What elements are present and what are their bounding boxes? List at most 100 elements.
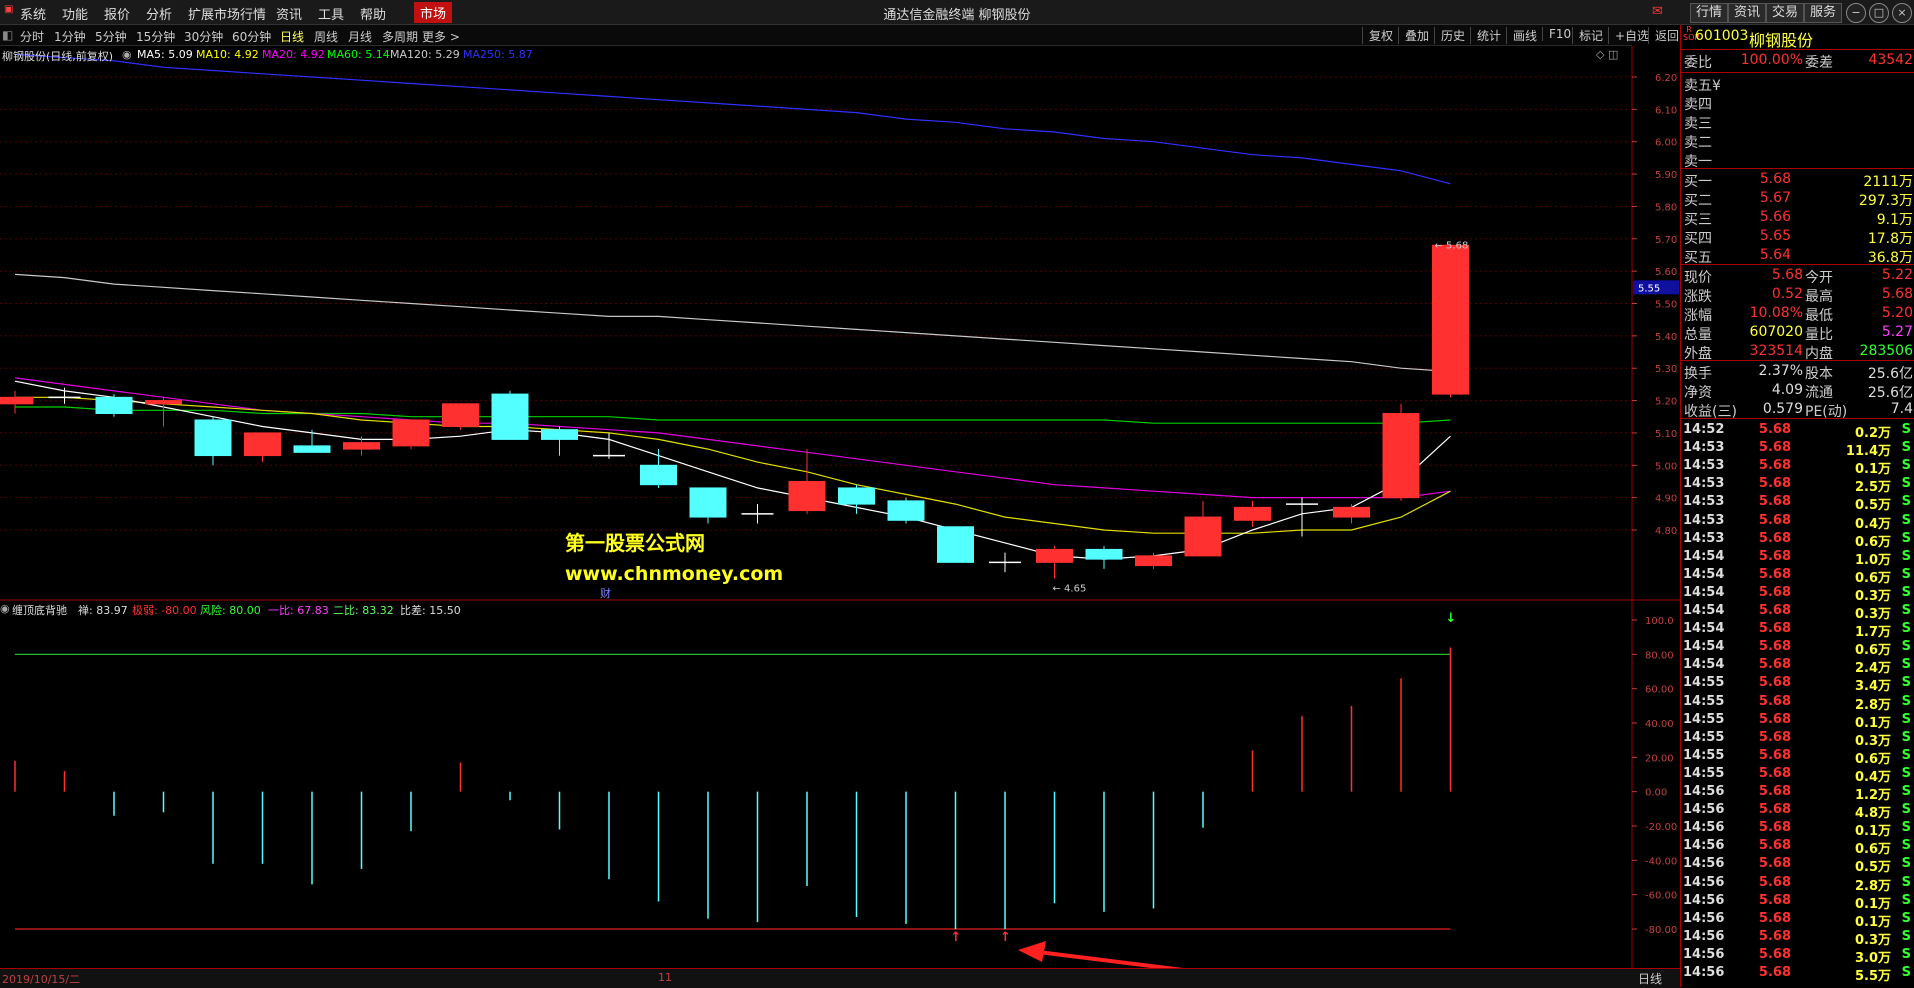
period-1min[interactable]: 1分钟 (54, 28, 86, 45)
watermark-url: www.chnmoney.com (565, 563, 784, 585)
legend-toggle-icon[interactable]: ◉ (122, 48, 132, 61)
button-news[interactable]: 资讯 (1728, 3, 1767, 23)
fundamental-value: 7.4 (1890, 401, 1913, 417)
tick-volume: 0.3万 (1854, 932, 1891, 948)
candle-body (937, 526, 974, 563)
finance-marker[interactable]: 财 (600, 585, 611, 601)
tick-volume: 0.4万 (1854, 516, 1891, 532)
period-multi[interactable]: 多周期 (382, 28, 418, 45)
buy-level-row[interactable]: 买二 5.67 297.3万 (1681, 190, 1914, 209)
tick-side: S (1901, 657, 1911, 673)
menu-quote[interactable]: 报价 (104, 4, 130, 23)
buy-level-row[interactable]: 买一 5.68 2111万 (1681, 171, 1914, 190)
period-60min[interactable]: 60分钟 (232, 28, 271, 45)
tick-side: S (1901, 675, 1911, 691)
sell-level-row[interactable]: 卖四 (1681, 94, 1914, 113)
candle-body (343, 442, 380, 450)
period-intraday[interactable]: 分时 (20, 28, 44, 45)
buy-level-volume: 17.8万 (1867, 231, 1913, 247)
tick-side: S (1901, 892, 1911, 908)
panel-toggle-icon[interactable]: ◧ (2, 28, 13, 42)
tool-add-favorite[interactable]: +自选 (1608, 27, 1649, 44)
stat-value: 323514 (1749, 343, 1803, 359)
maximize-icon[interactable]: □ (1869, 3, 1889, 23)
menu-ext-market[interactable]: 扩展市场行情 (188, 4, 266, 23)
menu-function[interactable]: 功能 (62, 4, 88, 23)
tool-draw[interactable]: 画线 (1506, 27, 1537, 44)
stat-row: 涨幅 10.08% 最低 5.20 (1681, 305, 1914, 324)
period-5min[interactable]: 5分钟 (95, 28, 127, 45)
tick-volume: 2.4万 (1854, 661, 1891, 677)
buy-level-row[interactable]: 买三 5.66 9.1万 (1681, 209, 1914, 228)
tick-volume: 0.1万 (1854, 462, 1891, 478)
tick-time: 14:55 (1683, 693, 1725, 709)
indicator-toggle-icon[interactable]: ◉ (0, 602, 10, 615)
period-monthly[interactable]: 月线 (348, 28, 372, 45)
tool-stats[interactable]: 统计 (1470, 27, 1501, 44)
tick-volume: 1.0万 (1854, 552, 1891, 568)
sell-level-label: 卖四 (1684, 97, 1712, 113)
tick-volume: 0.6万 (1854, 842, 1891, 858)
buy-level-volume: 9.1万 (1876, 212, 1913, 228)
period-30min[interactable]: 30分钟 (184, 28, 223, 45)
tick-time: 14:56 (1683, 892, 1725, 908)
menu-analysis[interactable]: 分析 (146, 4, 172, 23)
period-daily[interactable]: 日线 (280, 28, 304, 45)
period-indicator[interactable]: 日线 (1638, 970, 1662, 987)
tool-mark[interactable]: 标记 (1572, 27, 1603, 44)
candle-body (293, 445, 331, 453)
price-tick-label: 5.90 (1655, 170, 1677, 181)
sell-level-row[interactable]: 卖五¥ (1681, 75, 1914, 94)
period-weekly[interactable]: 周线 (314, 28, 338, 45)
period-toolbar: ◧ 分时 1分钟 5分钟 15分钟 30分钟 60分钟 日线 周线 月线 多周期… (0, 25, 1632, 46)
sell-level-row[interactable]: 卖二 (1681, 132, 1914, 151)
tick-row: 14:56 5.68 0.6万 S (1681, 838, 1914, 858)
candle-body (838, 487, 875, 505)
candle-body (887, 500, 925, 521)
bell-icon[interactable]: ✉ (1652, 4, 1663, 19)
tick-row: 14:54 5.68 1.7万 S (1681, 621, 1914, 640)
tick-row: 14:55 5.68 2.8万 S (1681, 693, 1914, 713)
period-15min[interactable]: 15分钟 (136, 28, 175, 45)
stat-label: 现价 (1684, 270, 1712, 286)
fundamental-label: 股本 (1805, 366, 1833, 382)
tool-f10[interactable]: F10 (1542, 27, 1571, 41)
candle-body (1036, 548, 1073, 563)
sell-level-row[interactable]: 卖三 (1681, 113, 1914, 132)
tick-row: 14:53 5.68 0.6万 S (1681, 531, 1914, 550)
minimize-icon[interactable]: − (1846, 3, 1866, 23)
buy-level-row[interactable]: 买四 5.65 17.8万 (1681, 228, 1914, 247)
tick-side: S (1901, 910, 1911, 926)
tick-side: S (1901, 639, 1911, 655)
button-trade[interactable]: 交易 (1766, 3, 1805, 23)
tool-adjust[interactable]: 复权 (1362, 27, 1393, 44)
menu-help[interactable]: 帮助 (360, 4, 386, 23)
stat-value: 5.20 (1881, 305, 1913, 321)
tick-price: 5.68 (1758, 784, 1791, 799)
tick-time: 14:54 (1683, 603, 1725, 618)
menu-market[interactable]: 市场 (414, 2, 453, 23)
annotation-arrow-line (1029, 949, 1184, 968)
price-tick-label: 5.10 (1655, 429, 1677, 440)
buy-level-label: 买二 (1684, 193, 1712, 209)
period-more[interactable]: 更多 > (422, 28, 460, 45)
ma120-line (14, 273, 1451, 373)
price-tick-label: 4.80 (1655, 526, 1677, 537)
menu-news[interactable]: 资讯 (276, 4, 302, 23)
chart-settings-icon[interactable]: ◇ ◫ (1596, 48, 1618, 61)
tick-row: 14:54 5.68 1.0万 S (1681, 549, 1914, 568)
menu-tools[interactable]: 工具 (318, 4, 344, 23)
close-icon[interactable]: × (1892, 3, 1912, 23)
menu-system[interactable]: 系统 (20, 4, 46, 23)
tool-back[interactable]: 返回 (1648, 27, 1679, 44)
tool-overlay[interactable]: 叠加 (1398, 27, 1429, 44)
tool-history[interactable]: 历史 (1434, 27, 1465, 44)
button-service[interactable]: 服务 (1804, 3, 1843, 23)
buy-level-label: 买四 (1684, 231, 1712, 247)
tick-price: 5.68 (1758, 729, 1791, 745)
button-quotes[interactable]: 行情 (1690, 3, 1729, 23)
stat-value: 5.68 (1771, 267, 1803, 283)
tick-side: S (1901, 603, 1911, 618)
stat-value: 283506 (1859, 343, 1913, 359)
chart-area[interactable]: 6.20 6.10 6.00 5.90 5.80 5.70 5.60 5.50 5.40 5.30… (0, 46, 1680, 968)
